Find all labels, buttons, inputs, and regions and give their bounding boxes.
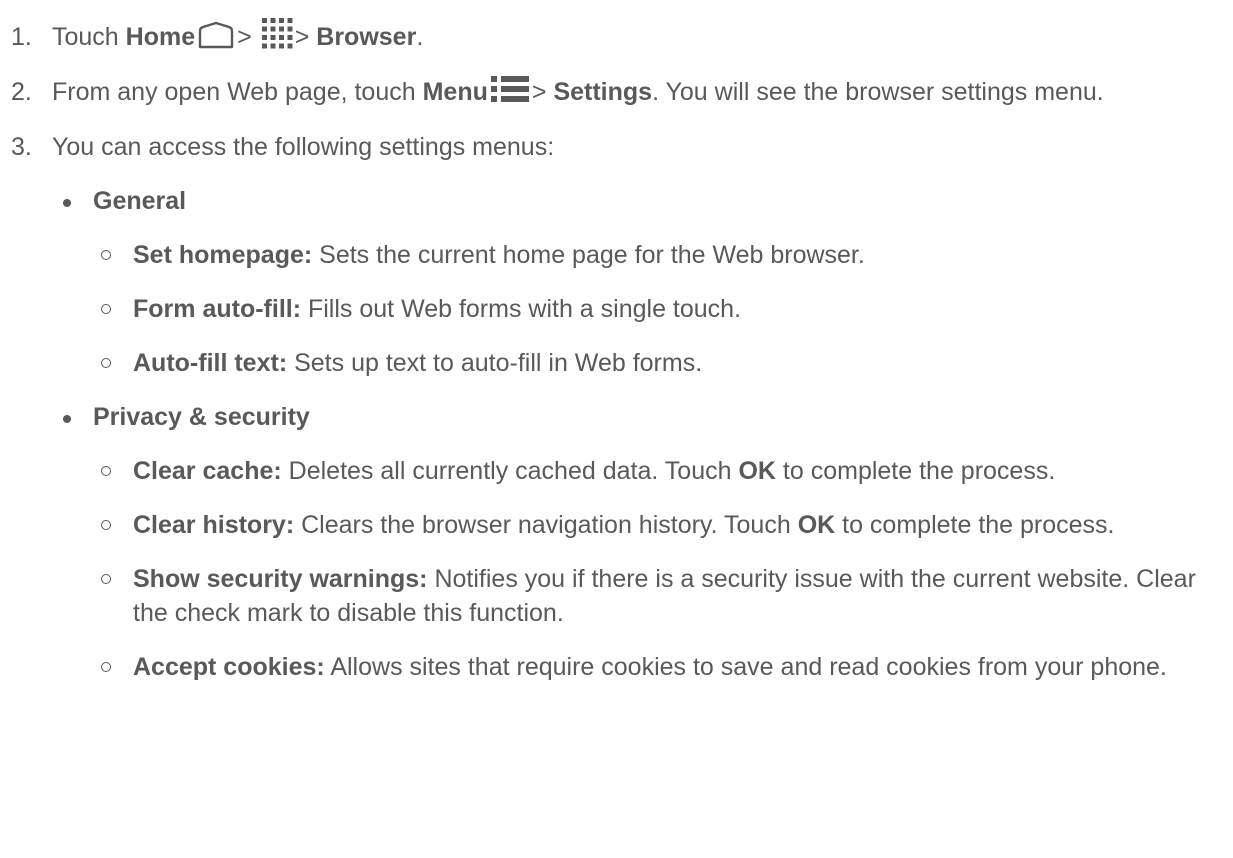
item-desc: Sets up text to auto-fill in Web forms.	[294, 349, 703, 377]
separator: >	[294, 23, 310, 51]
step-3: 3. You can access the following settings…	[11, 130, 1213, 684]
separator: >	[237, 23, 252, 51]
section-general: General Set homepage: Sets the current h…	[52, 184, 1213, 380]
step-number: 3.	[11, 133, 32, 161]
bullet	[101, 358, 111, 368]
item-desc: Clears the browser navigation history. T…	[301, 511, 791, 539]
step-text-post: . You will see the browser settings menu…	[652, 78, 1104, 106]
menu-label: Menu	[422, 78, 488, 106]
step-2: 2. From any open Web page, touch Menu > …	[11, 75, 1213, 109]
bullet	[63, 415, 71, 423]
list-item: Form auto-fill: Fills out Web forms with…	[93, 292, 1213, 326]
item-term: Set homepage:	[133, 241, 313, 269]
ok-label: OK	[738, 457, 776, 485]
step-number: 2.	[11, 78, 32, 106]
item-desc: Fills out Web forms with a single touch.	[307, 295, 742, 323]
separator: >	[531, 78, 547, 106]
list-item: Show security warnings: Notifies you if …	[93, 562, 1213, 630]
section-items: Set homepage: Sets the current home page…	[93, 238, 1213, 380]
item-term: Accept cookies:	[133, 653, 325, 681]
browser-label: Browser	[316, 23, 417, 51]
item-desc-post: to complete the process.	[782, 457, 1056, 485]
list-item: Auto-fill text: Sets up text to auto-fil…	[93, 346, 1213, 380]
item-term: Clear cache:	[133, 457, 282, 485]
item-desc: Allows sites that require cookies to sav…	[330, 653, 1167, 681]
bullet	[101, 574, 111, 584]
home-label: Home	[125, 23, 196, 51]
bullet	[63, 199, 71, 207]
bullet	[101, 520, 111, 530]
list-item: Accept cookies: Allows sites that requir…	[93, 650, 1213, 684]
step-text: From any open Web page, touch	[52, 78, 416, 106]
item-desc: Sets the current home page for the Web b…	[319, 241, 865, 269]
instructions-page: 1. Touch Home > > Browser. 2. From any o…	[0, 0, 1233, 858]
section-title: General	[93, 187, 187, 215]
bullet	[101, 662, 111, 672]
list-item: Clear history: Clears the browser naviga…	[93, 508, 1213, 542]
item-term: Clear history:	[133, 511, 295, 539]
list-item: Clear cache: Deletes all currently cache…	[93, 454, 1213, 488]
bullet	[101, 250, 111, 260]
section-title: Privacy & security	[93, 403, 310, 431]
step-text: Touch	[52, 23, 119, 51]
list-item: Set homepage: Sets the current home page…	[93, 238, 1213, 272]
apps-grid-icon	[261, 18, 293, 49]
bullet	[101, 466, 111, 476]
item-desc-post: to complete the process.	[842, 511, 1115, 539]
settings-sections: General Set homepage: Sets the current h…	[52, 184, 1213, 684]
step-number: 1.	[11, 23, 32, 51]
section-items: Clear cache: Deletes all currently cache…	[93, 454, 1213, 684]
item-term: Auto-fill text:	[133, 349, 288, 377]
settings-label: Settings	[553, 78, 653, 106]
item-term: Show security warnings:	[133, 565, 428, 593]
item-desc: Deletes all currently cached data. Touch	[288, 457, 732, 485]
ok-label: OK	[797, 511, 836, 539]
step-text: You can access the following settings me…	[52, 133, 555, 161]
bullet	[101, 304, 111, 314]
home-icon	[198, 22, 234, 49]
section-privacy-security: Privacy & security Clear cache: Deletes …	[52, 400, 1213, 684]
menu-icon	[490, 76, 529, 103]
item-term: Form auto-fill:	[133, 295, 302, 323]
step-1: 1. Touch Home > > Browser.	[11, 18, 1213, 54]
